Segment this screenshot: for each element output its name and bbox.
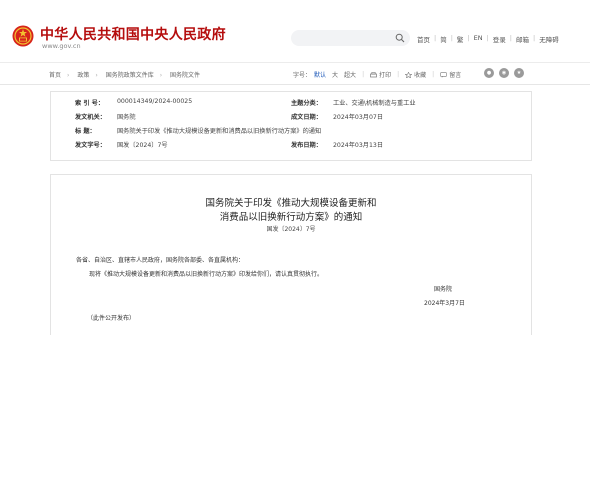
share-bar: ● ◉ ★ [484,68,529,78]
divider: | [362,71,365,78]
font-size-label: 字号： [293,72,312,79]
document-title-line-1: 国务院关于印发《推动大规模设备更新和 [205,198,377,209]
title-value: 国务院关于印发《推动大规模设备更新和消费品以旧换新行动方案》的通知 [117,128,322,135]
index-value: 000014349/2024-00025 [117,98,193,105]
divider: | [434,34,437,42]
breadcrumb-policy[interactable]: 政策 [77,72,89,79]
qzone-share-icon[interactable]: ★ [514,68,524,78]
site-title[interactable]: 中华人民共和国中央人民政府 [40,24,226,44]
document-metadata-table: 索 引 号： 000014349/2024-00025 主题分类： 工业、交通\… [50,91,532,161]
favorite-button[interactable]: 收藏 [414,70,426,79]
publish-date-label: 发布日期： [291,142,322,149]
wechat-share-icon[interactable]: ● [484,68,494,78]
breadcrumb-separator: › [67,72,70,79]
weibo-share-icon[interactable]: ◉ [499,68,509,78]
link-english[interactable]: EN [474,34,483,44]
top-links: 首页 | 简 | 繁 | EN | 登录 | 邮箱 | 无障碍 [417,34,559,44]
doc-number-label: 发文字号： [75,142,106,149]
divider: | [509,34,512,42]
link-home[interactable]: 首页 [417,34,430,44]
index-label: 索 引 号： [75,100,105,107]
document-title-line-2: 消费品以旧换新行动方案》的通知 [219,212,363,223]
document-number: 国发〔2024〕7号 [266,226,316,233]
divider: | [432,71,435,78]
breadcrumb-separator: › [95,72,98,79]
link-simplified[interactable]: 简 [440,34,447,44]
divider: | [533,34,536,42]
divider: | [450,34,453,42]
font-size-default[interactable]: 默认 [314,70,326,79]
favorite-icon[interactable] [405,71,413,78]
publication-note: （此件公开发布） [87,315,136,322]
written-date-label: 成文日期： [291,114,322,121]
page-tools: 字号： 默认 大 超大 | 打印 | 收藏 | 留言 [293,70,461,79]
site-domain: www.gov.cn [42,42,81,50]
site-header: 中华人民共和国中央人民政府 www.gov.cn 首页 | 简 | 繁 | EN | 登… [0,0,590,63]
link-login[interactable]: 登录 [493,34,506,44]
issuer-value: 国务院 [117,114,136,121]
topic-value: 工业、交通\机械制造与重工业 [333,100,416,107]
breadcrumb-policy-library[interactable]: 国务院政策文件库 [106,72,154,79]
print-icon[interactable] [370,71,377,78]
message-icon[interactable] [440,71,447,78]
breadcrumb-home[interactable]: 首页 [49,72,61,79]
salutation: 各省、自治区、直辖市人民政府，国务院各部委、各直属机构： [76,257,245,264]
body-paragraph: 现将《推动大规模设备更新和消费品以旧换新行动方案》印发给你们，请认真贯彻执行。 [89,271,324,278]
topic-label: 主题分类： [291,100,322,107]
issuer-label: 发文机关： [75,114,106,121]
search-input[interactable] [291,30,410,46]
national-emblem-icon[interactable] [12,25,34,47]
font-size-big[interactable]: 大 [332,70,338,79]
divider: | [397,71,400,78]
doc-number-value: 国发〔2024〕7号 [117,142,168,149]
breadcrumb-separator: › [159,72,163,79]
breadcrumb-bar: 首页 › 政策 › 国务院政策文件库 › 国务院文件 字号： 默认 大 超大 | 打印… [0,62,590,85]
font-size-bigger[interactable]: 超大 [344,70,356,79]
divider: | [486,34,489,42]
breadcrumb-state-council-docs[interactable]: 国务院文件 [170,72,200,79]
document-body: 国务院关于印发《推动大规模设备更新和 消费品以旧换新行动方案》的通知 国发〔20… [50,174,532,335]
message-button[interactable]: 留言 [449,70,461,79]
title-label: 标 题： [75,128,96,135]
link-traditional[interactable]: 繁 [457,34,464,44]
written-date-value: 2024年03月07日 [333,114,384,121]
signing-date: 2024年3月7日 [424,300,465,307]
print-button[interactable]: 打印 [379,70,391,79]
divider: | [467,34,470,42]
breadcrumb: 首页 › 政策 › 国务院政策文件库 › 国务院文件 [49,70,200,79]
publish-date-value: 2024年03月13日 [333,142,384,149]
link-mail[interactable]: 邮箱 [516,34,529,44]
search-icon[interactable] [395,33,405,43]
signer: 国务院 [434,286,453,293]
link-accessibility[interactable]: 无障碍 [539,34,559,44]
